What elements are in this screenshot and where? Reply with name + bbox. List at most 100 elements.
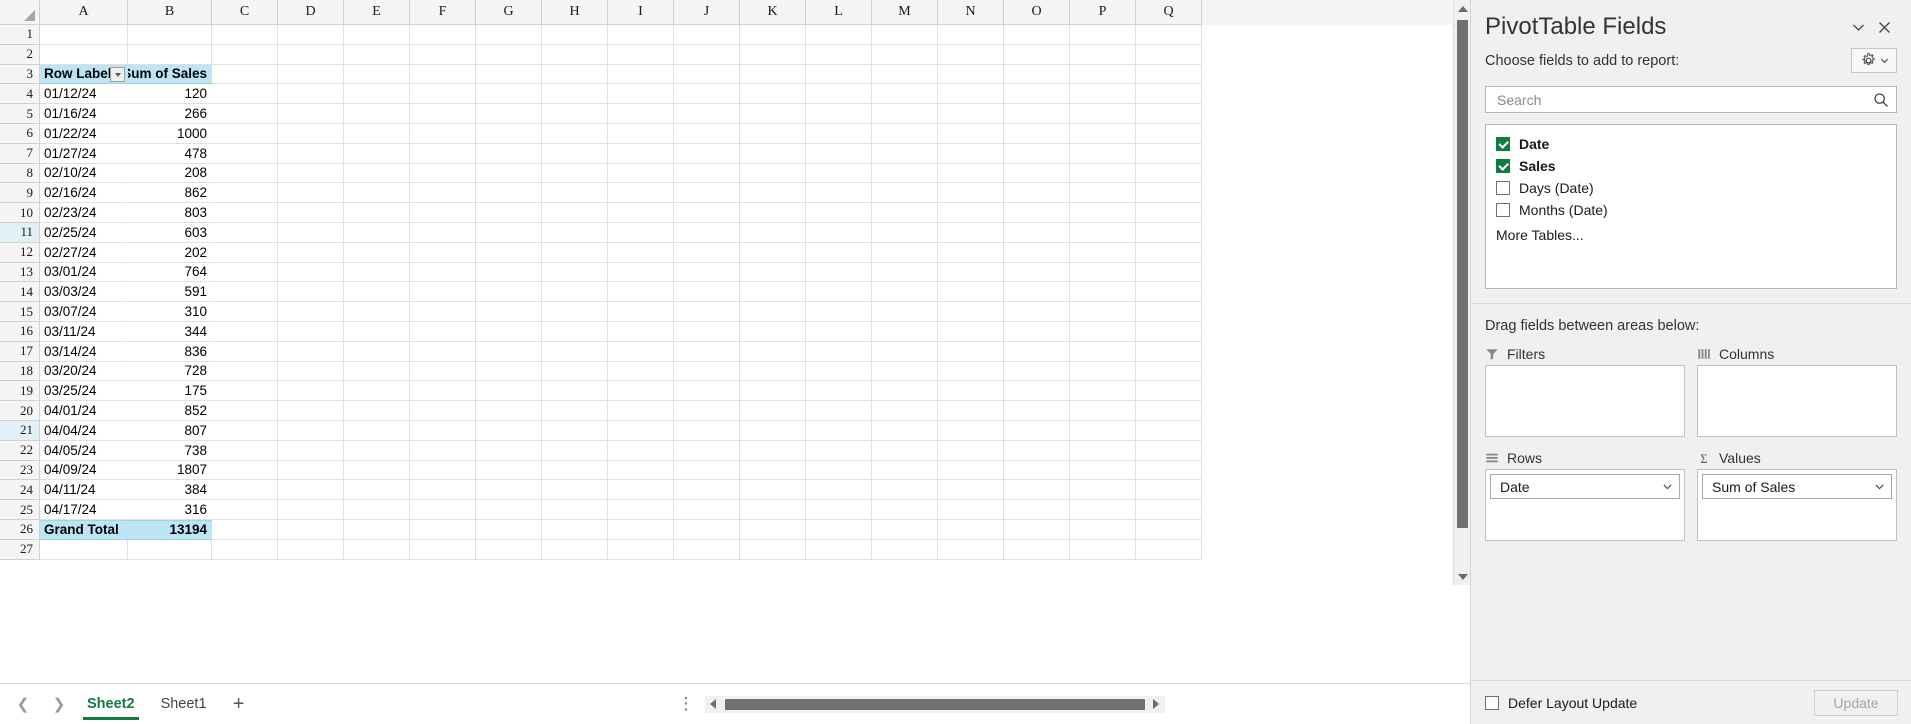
column-header-M[interactable]: M bbox=[872, 0, 938, 25]
cell-A6[interactable]: 01/22/24 bbox=[40, 123, 128, 144]
table-row[interactable]: 16 03/11/24 344 bbox=[0, 321, 1470, 342]
cell-G7[interactable] bbox=[476, 143, 542, 164]
field-checkbox[interactable] bbox=[1496, 181, 1510, 196]
cell-M6[interactable] bbox=[872, 123, 938, 144]
cell-D3[interactable] bbox=[278, 64, 344, 85]
cell-L3[interactable] bbox=[806, 64, 872, 85]
cell-Q4[interactable] bbox=[1136, 84, 1202, 105]
cell-M18[interactable] bbox=[872, 361, 938, 382]
table-row[interactable]: 9 02/16/24 862 bbox=[0, 183, 1470, 204]
cell-N8[interactable] bbox=[938, 163, 1004, 184]
column-header-C[interactable]: C bbox=[212, 0, 278, 25]
cell-P20[interactable] bbox=[1070, 401, 1136, 421]
cell-B9[interactable]: 862 bbox=[128, 183, 212, 204]
cell-P11[interactable] bbox=[1070, 222, 1136, 243]
cell-I4[interactable] bbox=[608, 84, 674, 105]
cell-N26[interactable] bbox=[938, 519, 1004, 540]
row-header-7[interactable]: 7 bbox=[0, 143, 40, 164]
cell-A27[interactable] bbox=[40, 539, 128, 560]
cell-J22[interactable] bbox=[674, 440, 740, 461]
cell-L7[interactable] bbox=[806, 143, 872, 164]
cell-E26[interactable] bbox=[344, 519, 410, 540]
zone-values[interactable]: Σ Values Sum of Sales bbox=[1697, 447, 1897, 542]
cell-N2[interactable] bbox=[938, 44, 1004, 65]
cell-E21[interactable] bbox=[344, 420, 410, 441]
cell-I22[interactable] bbox=[608, 440, 674, 461]
cell-I3[interactable] bbox=[608, 64, 674, 85]
cell-G2[interactable] bbox=[476, 44, 542, 65]
cell-B22[interactable]: 738 bbox=[128, 440, 212, 461]
cell-G27[interactable] bbox=[476, 539, 542, 560]
cell-H10[interactable] bbox=[542, 203, 608, 223]
cell-O26[interactable] bbox=[1004, 519, 1070, 540]
cell-P25[interactable] bbox=[1070, 500, 1136, 520]
cell-B4[interactable]: 120 bbox=[128, 84, 212, 105]
cell-D22[interactable] bbox=[278, 440, 344, 461]
cell-C17[interactable] bbox=[212, 341, 278, 362]
cell-D15[interactable] bbox=[278, 302, 344, 322]
more-tables-link[interactable]: More Tables... bbox=[1486, 221, 1896, 243]
cell-I15[interactable] bbox=[608, 302, 674, 322]
cell-H18[interactable] bbox=[542, 361, 608, 382]
cell-B10[interactable]: 803 bbox=[128, 203, 212, 223]
cell-C24[interactable] bbox=[212, 480, 278, 501]
cell-I5[interactable] bbox=[608, 104, 674, 124]
cell-J15[interactable] bbox=[674, 302, 740, 322]
cell-H1[interactable] bbox=[542, 25, 608, 45]
cell-E6[interactable] bbox=[344, 123, 410, 144]
cell-A8[interactable]: 02/10/24 bbox=[40, 163, 128, 184]
cell-B5[interactable]: 266 bbox=[128, 104, 212, 124]
cell-G22[interactable] bbox=[476, 440, 542, 461]
cell-F9[interactable] bbox=[410, 183, 476, 204]
cell-M2[interactable] bbox=[872, 44, 938, 65]
cell-C1[interactable] bbox=[212, 25, 278, 45]
table-row[interactable]: 27 bbox=[0, 539, 1470, 560]
cell-A7[interactable]: 01/27/24 bbox=[40, 143, 128, 164]
cell-K2[interactable] bbox=[740, 44, 806, 65]
zone-columns[interactable]: Columns bbox=[1697, 343, 1897, 438]
cell-F20[interactable] bbox=[410, 401, 476, 421]
cell-J21[interactable] bbox=[674, 420, 740, 441]
cell-C7[interactable] bbox=[212, 143, 278, 164]
cell-Q20[interactable] bbox=[1136, 401, 1202, 421]
cell-M1[interactable] bbox=[872, 25, 938, 45]
cell-F2[interactable] bbox=[410, 44, 476, 65]
cell-F21[interactable] bbox=[410, 420, 476, 441]
cell-A12[interactable]: 02/27/24 bbox=[40, 242, 128, 263]
cell-M3[interactable] bbox=[872, 64, 938, 85]
cell-L5[interactable] bbox=[806, 104, 872, 124]
cell-L13[interactable] bbox=[806, 262, 872, 283]
cell-P7[interactable] bbox=[1070, 143, 1136, 164]
cell-O15[interactable] bbox=[1004, 302, 1070, 322]
cell-I20[interactable] bbox=[608, 401, 674, 421]
cell-B23[interactable]: 1807 bbox=[128, 460, 212, 481]
row-header-9[interactable]: 9 bbox=[0, 183, 40, 204]
cell-O8[interactable] bbox=[1004, 163, 1070, 184]
cell-J14[interactable] bbox=[674, 282, 740, 303]
cell-C23[interactable] bbox=[212, 460, 278, 481]
cell-B24[interactable]: 384 bbox=[128, 480, 212, 501]
scroll-down-button[interactable] bbox=[1454, 568, 1470, 585]
cell-P17[interactable] bbox=[1070, 341, 1136, 362]
cell-L11[interactable] bbox=[806, 222, 872, 243]
cell-F7[interactable] bbox=[410, 143, 476, 164]
cell-E13[interactable] bbox=[344, 262, 410, 283]
cell-D16[interactable] bbox=[278, 321, 344, 342]
cell-J26[interactable] bbox=[674, 519, 740, 540]
cell-E4[interactable] bbox=[344, 84, 410, 105]
cell-I27[interactable] bbox=[608, 539, 674, 560]
cell-A4[interactable]: 01/12/24 bbox=[40, 84, 128, 105]
cell-Q27[interactable] bbox=[1136, 539, 1202, 560]
cell-F10[interactable] bbox=[410, 203, 476, 223]
cell-Q8[interactable] bbox=[1136, 163, 1202, 184]
cell-Q3[interactable] bbox=[1136, 64, 1202, 85]
cell-M23[interactable] bbox=[872, 460, 938, 481]
cell-A20[interactable]: 04/01/24 bbox=[40, 401, 128, 421]
cell-M12[interactable] bbox=[872, 242, 938, 263]
horizontal-scrollbar[interactable] bbox=[704, 695, 1165, 713]
zone-rows[interactable]: Rows Date bbox=[1485, 447, 1685, 542]
cell-K6[interactable] bbox=[740, 123, 806, 144]
cell-F26[interactable] bbox=[410, 519, 476, 540]
cell-M20[interactable] bbox=[872, 401, 938, 421]
cell-J17[interactable] bbox=[674, 341, 740, 362]
